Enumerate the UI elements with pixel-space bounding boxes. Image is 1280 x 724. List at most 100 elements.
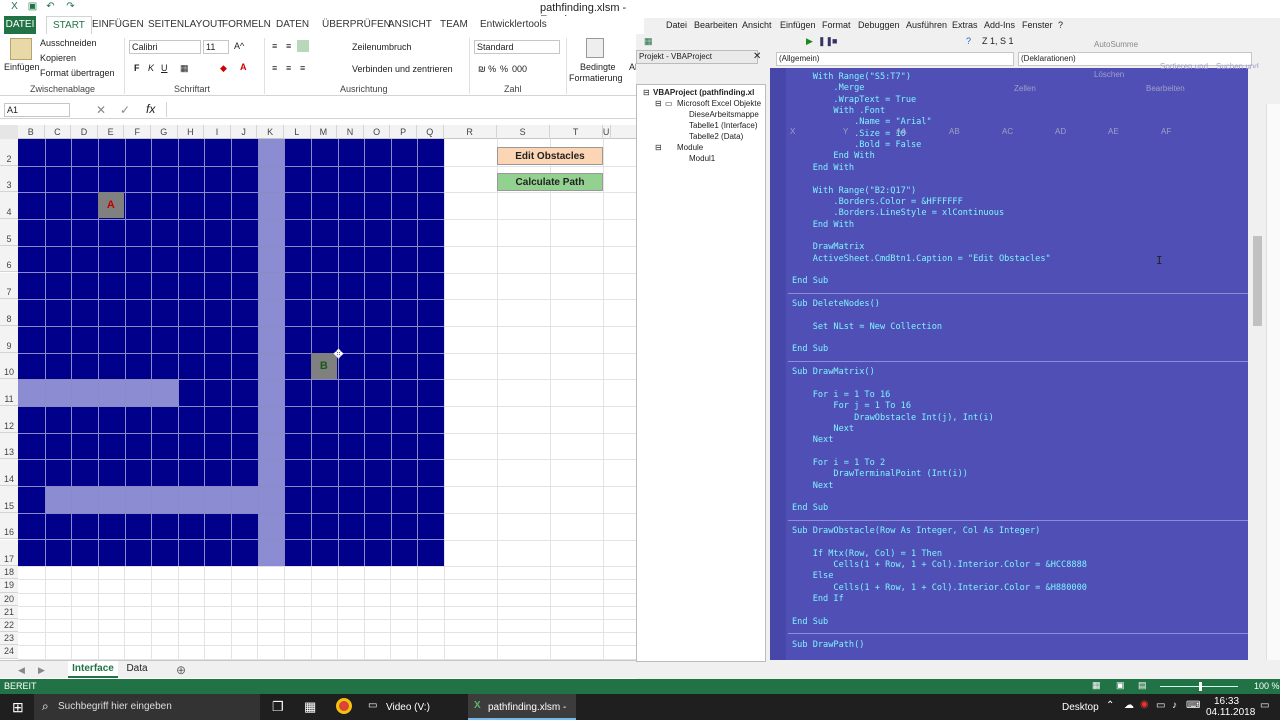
tab-formeln[interactable]: FORMELN	[216, 16, 277, 34]
next-sheet-icon[interactable]: ▶	[38, 665, 45, 676]
row-header-17[interactable]: 17	[0, 539, 18, 567]
borders-icon[interactable]: ▦	[180, 63, 189, 74]
grow-font-icon[interactable]: A^	[234, 41, 244, 51]
code-line[interactable]: DrawMatrix	[792, 242, 865, 253]
taskbar-search[interactable]: ⌕ Suchbegriff hier eingeben	[34, 694, 260, 720]
paste-label[interactable]: Einfügen	[4, 62, 40, 72]
column-header-m[interactable]: M	[311, 125, 338, 139]
row-header-14[interactable]: 14	[0, 459, 18, 487]
column-header-q[interactable]: Q	[417, 125, 444, 139]
conditional-format-label-2[interactable]: Formatierung	[569, 73, 623, 83]
page-break-icon[interactable]: ▤	[1138, 680, 1147, 691]
column-header-e[interactable]: E	[98, 125, 125, 139]
code-line[interactable]: Else	[792, 571, 834, 582]
vbe-menu-8[interactable]: Add-Ins	[984, 20, 1015, 30]
tree-tabelle1[interactable]: Tabelle1 (Interface)	[689, 121, 757, 130]
code-line[interactable]: End If	[792, 594, 844, 605]
function-icon[interactable]: fx	[146, 102, 155, 116]
code-line[interactable]: Next	[792, 481, 834, 492]
vbe-menu-3[interactable]: Einfügen	[780, 20, 816, 30]
vbe-menu-10[interactable]: ?	[1058, 20, 1063, 30]
redo-icon[interactable]: ↷	[64, 1, 77, 14]
enter-icon[interactable]: ✓	[120, 103, 130, 117]
column-header-p[interactable]: P	[390, 125, 417, 139]
code-line[interactable]: .Bold = False	[792, 140, 921, 151]
vbe-menu-7[interactable]: Extras	[952, 20, 978, 30]
row-header-8[interactable]: 8	[0, 299, 18, 326]
tree-toggle-icon[interactable]: ⊟	[643, 88, 650, 97]
row-header-7[interactable]: 7	[0, 272, 18, 300]
save-icon[interactable]: ▣	[26, 1, 39, 14]
column-header-r[interactable]: R	[444, 125, 497, 139]
task-view-icon[interactable]: ❐	[272, 699, 284, 715]
desktop-label[interactable]: Desktop	[1062, 702, 1099, 713]
code-editor[interactable]: With Range("S5:T7") .Merge .WrapText = T…	[770, 68, 1248, 660]
code-line[interactable]: DrawTerminalPoint (Int(i))	[792, 469, 968, 480]
fill-color-icon[interactable]: ◆	[220, 63, 227, 74]
code-line[interactable]: For j = 1 To 16	[792, 401, 911, 412]
tab-daten[interactable]: DATEN	[270, 16, 315, 34]
excel-scrollbar[interactable]	[1266, 104, 1280, 660]
tree-toggle-icon[interactable]: ⊟	[655, 143, 662, 152]
cut-button[interactable]: Ausschneiden	[40, 38, 97, 48]
language-icon[interactable]: ⌨	[1186, 700, 1200, 711]
code-line[interactable]: Cells(1 + Row, 1 + Col).Interior.Color =…	[792, 583, 1087, 594]
tab-entwicklertools[interactable]: Entwicklertools	[474, 16, 553, 34]
row-header-24[interactable]: 24	[0, 645, 18, 659]
row-header-13[interactable]: 13	[0, 432, 18, 460]
wrap-text-button[interactable]: Zeilenumbruch	[352, 42, 412, 52]
currency-icon[interactable]: ₪ %	[478, 64, 496, 74]
tree-vbaproject[interactable]: VBAProject (pathfinding.xl	[653, 88, 754, 97]
vbe-menu-0[interactable]: Datei	[666, 20, 687, 30]
code-line[interactable]: With Range("S5:T7")	[792, 72, 911, 83]
tree-tabelle2[interactable]: Tabelle2 (Data)	[689, 132, 743, 141]
tree-modul1[interactable]: Modul1	[689, 154, 715, 163]
row-header-20[interactable]: 20	[0, 592, 18, 606]
code-line[interactable]: ActiveSheet.CmdBtn1.Caption = "Edit Obst…	[792, 254, 1051, 265]
sheet-tab-interface[interactable]: Interface	[68, 661, 118, 678]
column-header-n[interactable]: N	[337, 125, 364, 139]
close-pane-icon[interactable]: ✕	[753, 51, 761, 62]
font-name-select[interactable]: Calibri	[129, 40, 201, 54]
code-line[interactable]: Sub DrawPath()	[792, 640, 864, 651]
cloud-icon[interactable]: ☁	[1124, 700, 1134, 711]
code-scrollbar[interactable]	[1251, 68, 1264, 660]
code-line[interactable]: Sub DrawObstacle(Row As Integer, Col As …	[792, 526, 1040, 537]
tab-einfuegen[interactable]: EINFÜGEN	[86, 16, 150, 34]
code-line[interactable]: Cells(1 + Row, 1 + Col).Interior.Color =…	[792, 560, 1087, 571]
vbe-menu-9[interactable]: Fenster	[1022, 20, 1053, 30]
tree-excel-objects[interactable]: Microsoft Excel Objekte	[677, 99, 761, 108]
column-header-l[interactable]: L	[284, 125, 311, 139]
row-header-10[interactable]: 10	[0, 352, 18, 380]
code-line[interactable]: Next	[792, 424, 854, 435]
taskbar-excel[interactable]: X pathfinding.xlsm - ...	[468, 694, 576, 724]
code-line[interactable]: DrawObstacle Int(j), Int(i)	[792, 413, 994, 424]
merge-center-button[interactable]: Verbinden und zentrieren	[352, 64, 453, 74]
italic-button[interactable]: K	[148, 63, 154, 73]
code-line[interactable]: With .Font	[792, 106, 885, 117]
row-header-9[interactable]: 9	[0, 325, 18, 353]
code-line[interactable]: Sub DrawMatrix()	[792, 367, 875, 378]
row-header-19[interactable]: 19	[0, 579, 18, 593]
font-color-icon[interactable]: A	[240, 62, 247, 72]
percent-icon[interactable]: %	[500, 64, 508, 74]
tree-diesearbeitsmappe[interactable]: DieseArbeitsmappe	[689, 110, 759, 119]
code-line[interactable]: End Sub	[792, 503, 828, 514]
row-header-22[interactable]: 22	[0, 619, 18, 633]
object-dropdown[interactable]: (Allgemein)	[776, 52, 1014, 66]
row-header-23[interactable]: 23	[0, 632, 18, 646]
column-header-s[interactable]: S	[497, 125, 550, 139]
align-center-icon[interactable]: ≡	[286, 63, 291, 73]
tab-start[interactable]: START	[46, 16, 92, 34]
row-header-21[interactable]: 21	[0, 605, 18, 619]
align-top-icon[interactable]: ≡	[272, 41, 277, 51]
select-all-corner[interactable]	[0, 125, 18, 139]
row-header-3[interactable]: 3	[0, 165, 18, 193]
column-header-g[interactable]: G	[151, 125, 178, 139]
format-painter-button[interactable]: Format übertragen	[40, 68, 115, 78]
code-line[interactable]: .Borders.Color = &HFFFFFF	[792, 197, 962, 208]
row-header-15[interactable]: 15	[0, 486, 18, 513]
row-header-4[interactable]: 4	[0, 192, 18, 220]
column-header-h[interactable]: H	[178, 125, 205, 139]
undo-icon[interactable]: ↶	[44, 1, 57, 14]
